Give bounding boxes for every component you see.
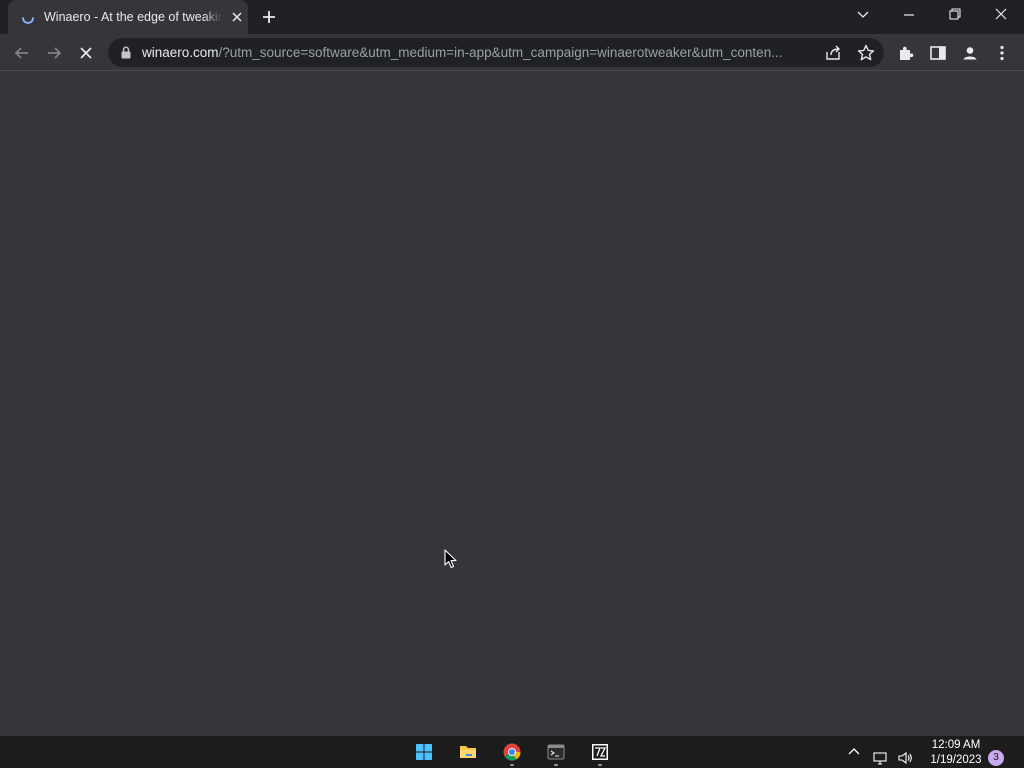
network-icon[interactable] — [872, 750, 888, 766]
notification-badge[interactable]: 3 — [988, 750, 1004, 766]
loading-spinner-icon — [22, 17, 34, 24]
7zip-running-indicator — [598, 764, 602, 766]
tab-close-icon[interactable] — [229, 9, 245, 25]
terminal-icon[interactable] — [546, 742, 566, 762]
menu-icon[interactable] — [990, 41, 1014, 65]
share-icon[interactable] — [822, 41, 846, 65]
chrome-running-indicator — [510, 764, 514, 766]
mouse-cursor-icon — [444, 549, 457, 569]
bookmark-star-icon[interactable] — [854, 41, 878, 65]
extensions-icon[interactable] — [894, 41, 918, 65]
windows-start-icon[interactable] — [414, 742, 434, 762]
new-tab-button[interactable] — [259, 7, 279, 27]
address-bar[interactable]: winaero.com/?utm_source=software&utm_med… — [108, 38, 884, 67]
side-panel-icon[interactable] — [926, 41, 950, 65]
chevron-up-icon[interactable] — [846, 744, 862, 760]
file-explorer-icon[interactable] — [458, 742, 478, 762]
profile-icon[interactable] — [958, 41, 982, 65]
terminal-running-indicator — [554, 764, 558, 766]
url-text[interactable]: winaero.com/?utm_source=software&utm_med… — [142, 45, 822, 61]
url-host: winaero.com — [142, 45, 219, 60]
tab-search-icon[interactable] — [850, 4, 876, 26]
tab-title: Winaero - At the edge of tweaking — [44, 10, 222, 26]
browser-title-bar: Winaero - At the edge of tweaking — [0, 0, 1024, 34]
windows-taskbar: 12:09 AM 1/19/2023 — [0, 736, 1024, 768]
close-icon[interactable] — [988, 4, 1014, 26]
clock-time: 12:09 AM — [931, 739, 981, 751]
7zip-icon[interactable] — [590, 742, 610, 762]
browser-tab[interactable]: Winaero - At the edge of tweaking — [8, 0, 248, 34]
stop-icon[interactable] — [74, 41, 98, 65]
browser-toolbar: winaero.com/?utm_source=software&utm_med… — [0, 34, 1024, 71]
back-icon[interactable] — [10, 41, 34, 65]
forward-icon[interactable] — [42, 41, 66, 65]
restore-icon[interactable] — [942, 4, 968, 26]
chrome-icon[interactable] — [502, 742, 522, 762]
page-content — [0, 71, 1024, 736]
minimize-icon[interactable] — [896, 4, 922, 26]
clock-date: 1/19/2023 — [930, 754, 982, 766]
url-path: /?utm_source=software&utm_medium=in-app&… — [218, 45, 783, 60]
volume-icon[interactable] — [897, 750, 913, 766]
system-clock[interactable]: 12:09 AM 1/19/2023 — [922, 738, 990, 768]
lock-icon[interactable] — [120, 46, 132, 59]
